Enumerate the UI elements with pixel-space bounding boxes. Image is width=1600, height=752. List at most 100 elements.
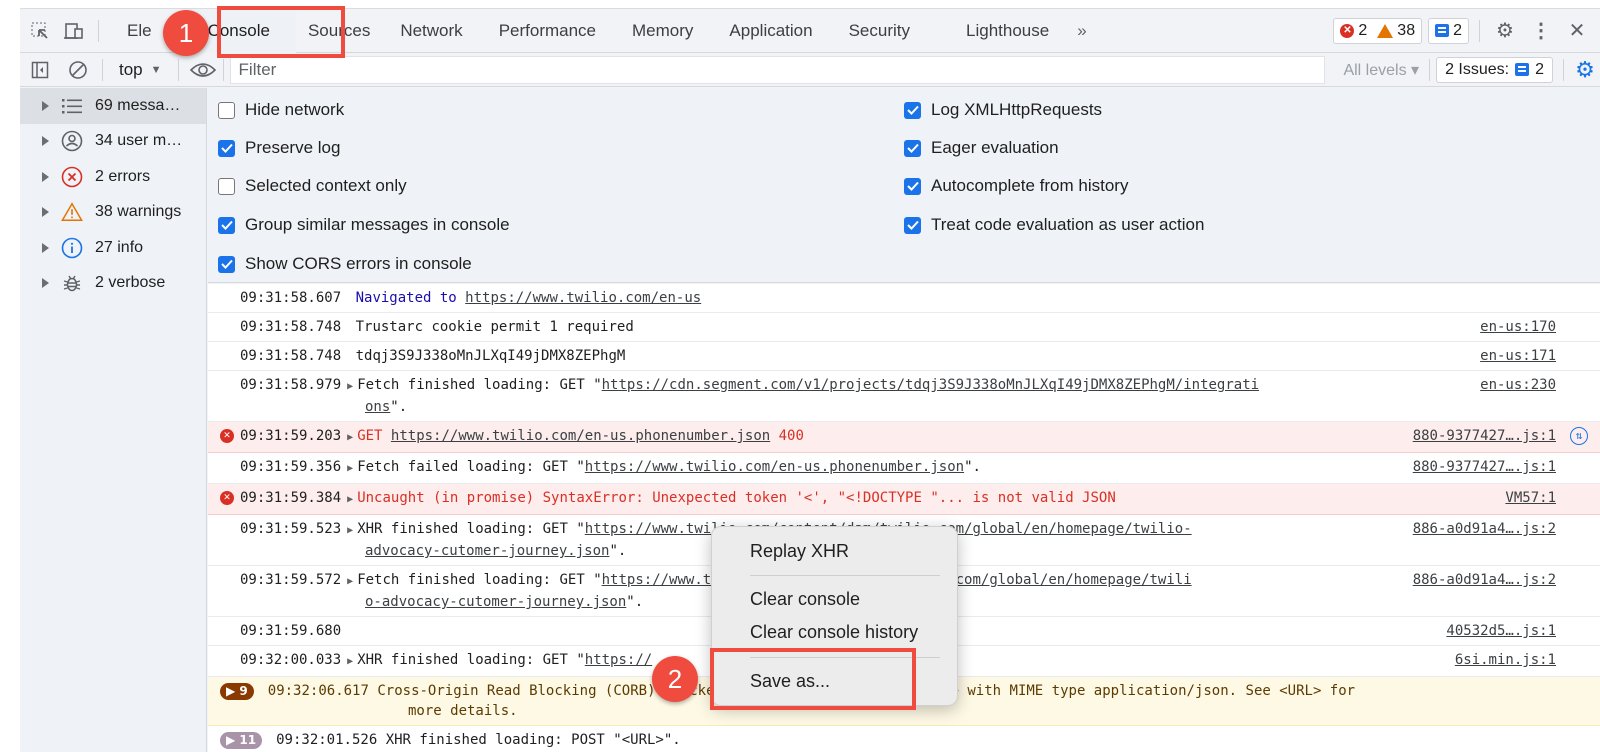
tab-memory[interactable]: Memory	[614, 9, 711, 53]
expand-triangle-icon[interactable]: ▶	[347, 576, 353, 587]
source-link[interactable]: 40532d5….js:1	[1446, 621, 1556, 641]
repeat-count-badge[interactable]: ▶ 9	[220, 683, 254, 700]
log-link[interactable]: advocacy-cutomer-journey.json	[365, 543, 609, 559]
log-row[interactable]: ▶ 11 09:32:01.526 XHR finished loading: P…	[208, 726, 1600, 752]
tab-lighthouse[interactable]: Lighthouse	[948, 9, 1067, 53]
log-row-error[interactable]: ✕ 09:31:59.203 ▶ GET https://www.twilio.co…	[208, 422, 1600, 453]
log-row[interactable]: 09:31:58.748 Trustarc cookie permit 1 re…	[208, 313, 1600, 342]
expand-triangle-icon[interactable]: ▶	[347, 432, 353, 443]
log-message: Fetch failed loading: GET "	[357, 459, 585, 475]
expand-triangle-icon[interactable]: ▶	[347, 656, 353, 667]
sidebar-item-messages[interactable]: 69 messa…	[20, 88, 206, 124]
setting-preserve-log[interactable]: Preserve log	[218, 138, 340, 158]
menu-item-save-as[interactable]: Save as...	[750, 671, 830, 692]
checkbox-checked[interactable]	[218, 139, 235, 157]
sidebar-item-errors[interactable]: 2 errors	[20, 159, 206, 195]
error-icon: ✕	[220, 429, 234, 443]
source-link[interactable]: 880-9377427….js:1	[1413, 426, 1556, 446]
log-row[interactable]: 09:31:59.356 ▶ Fetch failed loading: GET "…	[208, 453, 1600, 484]
log-row[interactable]: 09:31:58.607 Navigated to https://www.tw…	[208, 284, 1600, 313]
checkbox-checked[interactable]	[218, 216, 235, 234]
expand-triangle-icon[interactable]: ▶	[347, 381, 353, 392]
network-request-icon[interactable]: ⇅	[1570, 427, 1588, 445]
log-levels-dropdown[interactable]: All levels ▾	[1333, 60, 1429, 80]
expand-arrow-icon[interactable]	[42, 136, 49, 147]
close-icon[interactable]: ✕	[1562, 16, 1592, 46]
tab-network[interactable]: Network	[382, 9, 480, 53]
tab-security[interactable]: Security	[831, 9, 948, 53]
expand-triangle-icon[interactable]: ▶	[347, 463, 353, 474]
log-message: Fetch finished loading: GET "	[357, 572, 602, 588]
source-link[interactable]: 6si.min.js:1	[1455, 650, 1556, 670]
source-link[interactable]: 880-9377427….js:1	[1413, 457, 1556, 477]
source-link[interactable]: en-us:230	[1480, 375, 1556, 395]
more-tabs-button[interactable]: »	[1067, 21, 1096, 41]
setting-group-similar[interactable]: Group similar messages in console	[218, 215, 510, 235]
log-link[interactable]: https://www.twilio.com/en-us.phonenumber…	[585, 459, 964, 475]
setting-autocomplete-history[interactable]: Autocomplete from history	[904, 176, 1128, 196]
sidebar-item-info[interactable]: 27 info	[20, 230, 206, 266]
console-settings-gear-icon[interactable]: ⚙	[1570, 55, 1600, 85]
setting-show-cors-errors[interactable]: Show CORS errors in console	[218, 254, 472, 274]
expand-arrow-icon[interactable]	[42, 278, 49, 289]
setting-log-xmlhttprequests[interactable]: Log XMLHttpRequests	[904, 100, 1102, 120]
source-link[interactable]: 886-a0d91a4….js:2	[1413, 570, 1556, 590]
settings-gear-icon[interactable]: ⚙	[1490, 16, 1520, 46]
log-link[interactable]: https://	[585, 652, 652, 668]
setting-selected-context-only[interactable]: Selected context only	[218, 176, 407, 196]
menu-item-clear-console[interactable]: Clear console	[750, 589, 860, 610]
checkbox-checked[interactable]	[904, 139, 921, 157]
expand-triangle-icon[interactable]: ▶	[347, 525, 353, 536]
tab-performance[interactable]: Performance	[481, 9, 614, 53]
checkbox-checked[interactable]	[904, 177, 921, 195]
log-row-error[interactable]: ✕ 09:31:59.384 ▶ Uncaught (in promise) Syn…	[208, 484, 1600, 515]
error-warning-counter[interactable]: ✕ 2 38	[1333, 17, 1423, 44]
checkbox-checked[interactable]	[904, 101, 921, 119]
checkbox-checked[interactable]	[218, 255, 235, 273]
sidebar-toggle-icon[interactable]	[26, 56, 54, 84]
menu-item-replay-xhr[interactable]: Replay XHR	[750, 541, 849, 562]
checkbox-unchecked[interactable]	[218, 101, 235, 119]
inspect-element-icon[interactable]	[26, 17, 54, 45]
checkbox-checked[interactable]	[904, 216, 921, 234]
timestamp: 09:31:59.203	[240, 428, 342, 444]
expand-triangle-icon[interactable]: ▶	[347, 494, 353, 505]
log-link[interactable]: https://www.twilio.com/en-us	[465, 290, 701, 306]
sidebar-item-verbose[interactable]: 2 verbose	[20, 266, 206, 302]
filter-input[interactable]: Filter	[229, 55, 1326, 84]
sidebar-item-warnings[interactable]: 38 warnings	[20, 195, 206, 231]
log-message-suffix: ".	[626, 594, 644, 610]
expand-arrow-icon[interactable]	[42, 100, 49, 111]
issues-button[interactable]: 2 Issues: 2	[1436, 56, 1553, 83]
tab-sources[interactable]: Sources	[296, 9, 382, 53]
context-selector[interactable]: top ▼	[113, 60, 168, 80]
device-toolbar-icon[interactable]	[60, 17, 88, 45]
source-link[interactable]: en-us:171	[1480, 346, 1556, 366]
log-link[interactable]: o-advocacy-cutomer-journey.json	[365, 594, 626, 610]
source-link[interactable]: en-us:170	[1480, 317, 1556, 337]
log-row[interactable]: 09:31:58.748 tdqj3S9J338oMnJLXqI49jDMX8Z…	[208, 342, 1600, 371]
more-options-icon[interactable]: ⋮	[1526, 16, 1556, 46]
menu-item-clear-console-history[interactable]: Clear console history	[750, 622, 918, 643]
checkbox-unchecked[interactable]	[218, 177, 235, 195]
log-link[interactable]: https://www.twilio.com/en-us.phonenumber…	[391, 428, 770, 444]
setting-hide-network[interactable]: Hide network	[218, 100, 344, 120]
setting-eager-evaluation[interactable]: Eager evaluation	[904, 138, 1059, 158]
clear-console-icon[interactable]	[64, 56, 92, 84]
setting-treat-eval-as-user-action[interactable]: Treat code evaluation as user action	[904, 215, 1204, 235]
expand-arrow-icon[interactable]	[42, 207, 49, 218]
sidebar-item-user-messages[interactable]: 34 user m…	[20, 124, 206, 160]
menu-separator	[750, 657, 940, 658]
source-link[interactable]: VM57:1	[1505, 488, 1556, 508]
log-link[interactable]: ons	[365, 399, 390, 415]
messages-counter[interactable]: 2	[1428, 17, 1469, 44]
live-expression-eye-icon[interactable]	[189, 56, 217, 84]
log-row[interactable]: 09:31:58.979 ▶ Fetch finished loading: GET…	[208, 371, 1600, 422]
repeat-count-badge[interactable]: ▶ 11	[220, 732, 263, 749]
console-sidebar: 69 messa… 34 user m… 2 errors 38 warning…	[20, 88, 207, 752]
expand-arrow-icon[interactable]	[42, 242, 49, 253]
tab-application[interactable]: Application	[711, 9, 830, 53]
log-link[interactable]: https://cdn.segment.com/v1/projects/tdqj…	[602, 377, 1259, 393]
source-link[interactable]: 886-a0d91a4….js:2	[1413, 519, 1556, 539]
expand-arrow-icon[interactable]	[42, 171, 49, 182]
